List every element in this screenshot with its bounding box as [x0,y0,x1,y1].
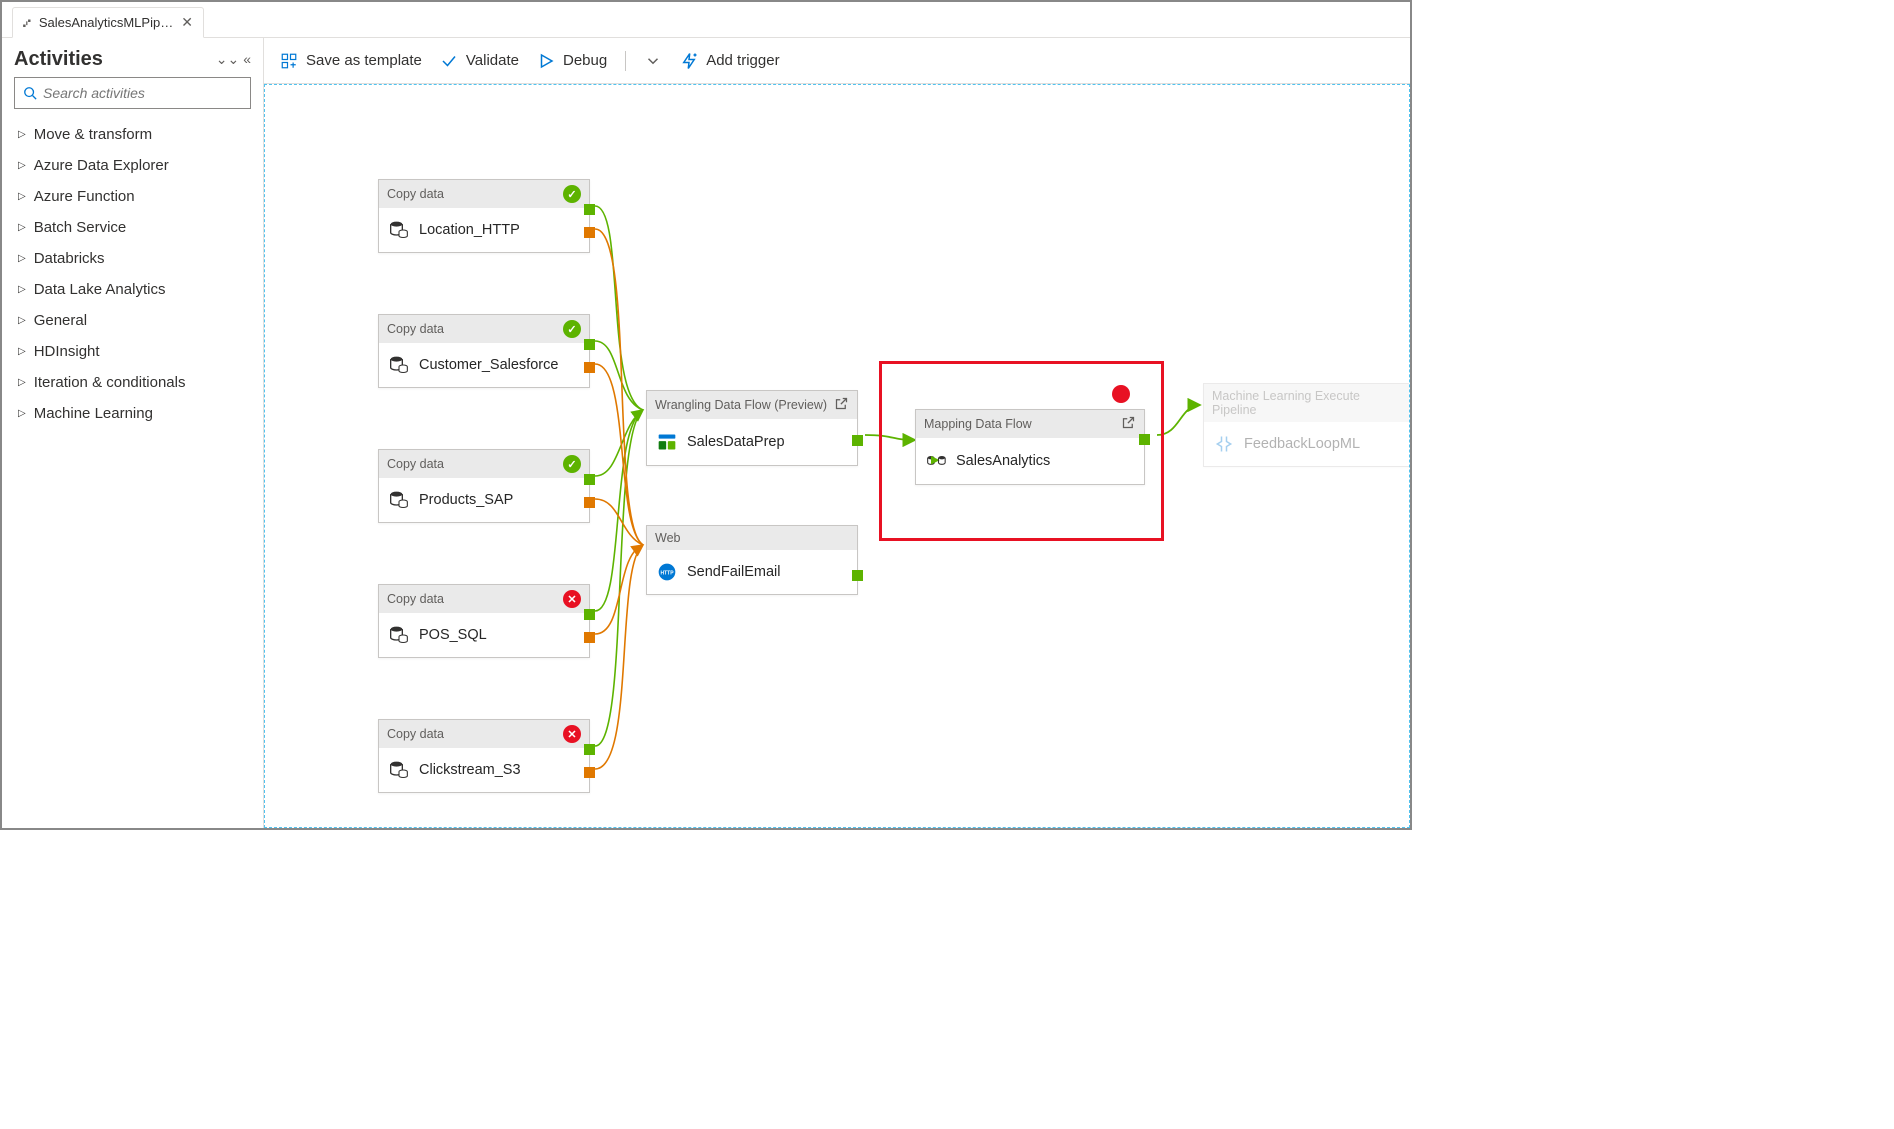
lightning-icon [680,52,698,70]
success-port[interactable] [584,474,595,485]
search-input[interactable] [14,77,251,109]
pipeline-canvas[interactable]: Copy data✓ Location_HTTP Copy data✓ Cust… [264,84,1410,828]
fail-port[interactable] [584,497,595,508]
activity-copy-location[interactable]: Copy data✓ Location_HTTP [378,179,590,253]
status-success-icon: ✓ [563,320,581,338]
debug-dropdown[interactable] [644,52,662,70]
save-as-template-button[interactable]: Save as template [280,52,422,70]
sidebar-item-databricks[interactable]: ▷Databricks [14,243,251,274]
validate-button[interactable]: Validate [440,52,519,70]
status-error-icon: ✕ [563,590,581,608]
tab-pipeline[interactable]: ⑇ SalesAnalyticsMLPip… ✕ [12,7,204,38]
caret-right-icon: ▷ [18,377,26,388]
activities-panel: Activities ⌄⌄ « ▷Move & transform▷Azure … [2,38,264,828]
success-port[interactable] [584,744,595,755]
sidebar-item-azure-data-explorer[interactable]: ▷Azure Data Explorer [14,150,251,181]
caret-right-icon: ▷ [18,191,26,202]
status-success-icon: ✓ [563,185,581,203]
success-port[interactable] [584,204,595,215]
sidebar-item-general[interactable]: ▷General [14,305,251,336]
success-port[interactable] [852,570,863,581]
open-external-icon[interactable] [834,396,849,414]
activity-web-sendfailemail[interactable]: Web HTTPSendFailEmail [646,525,858,595]
database-icon [389,625,409,645]
caret-right-icon: ▷ [18,160,26,171]
caret-right-icon: ▷ [18,315,26,326]
caret-right-icon: ▷ [18,346,26,357]
svg-text:HTTP: HTTP [660,571,674,577]
caret-right-icon: ▷ [18,129,26,140]
database-icon [389,220,409,240]
add-trigger-button[interactable]: Add trigger [680,52,779,70]
tab-bar: ⑇ SalesAnalyticsMLPip… ✕ [2,2,1410,38]
close-icon[interactable]: ✕ [181,14,193,31]
fail-port[interactable] [584,227,595,238]
sidebar-item-hdinsight[interactable]: ▷HDInsight [14,336,251,367]
database-icon [389,760,409,780]
sidebar-item-azure-function[interactable]: ▷Azure Function [14,181,251,212]
activity-copy-customer[interactable]: Copy data✓ Customer_Salesforce [378,314,590,388]
collapse-all-icon[interactable]: ⌄⌄ [216,51,239,68]
activity-copy-pos[interactable]: Copy data✕ POS_SQL [378,584,590,658]
search-field[interactable] [43,85,242,101]
template-icon [280,52,298,70]
check-icon [440,52,458,70]
play-icon [537,52,555,70]
success-port[interactable] [584,339,595,350]
caret-right-icon: ▷ [18,408,26,419]
sidebar-item-iteration-conditionals[interactable]: ▷Iteration & conditionals [14,367,251,398]
fail-port[interactable] [584,767,595,778]
pipeline-toolbar: Save as template Validate Debug Add trig… [264,38,1410,84]
dataflow-icon [657,431,677,453]
activity-wrangling-salesdataprep[interactable]: Wrangling Data Flow (Preview) SalesDataP… [646,390,858,466]
activity-copy-products[interactable]: Copy data✓ Products_SAP [378,449,590,523]
search-icon [23,86,37,100]
ml-icon [1214,434,1234,454]
success-port[interactable] [852,435,863,446]
database-icon [389,490,409,510]
breakpoint-icon[interactable] [1112,385,1130,403]
fail-port[interactable] [584,362,595,373]
chevron-down-icon [644,52,662,70]
sidebar-item-move-transform[interactable]: ▷Move & transform [14,119,251,150]
sidebar-title: Activities [14,48,216,71]
success-port[interactable] [1409,408,1410,419]
sidebar-item-machine-learning[interactable]: ▷Machine Learning [14,398,251,429]
sidebar-item-batch-service[interactable]: ▷Batch Service [14,212,251,243]
pipeline-icon: ⑇ [23,15,31,30]
database-icon [389,355,409,375]
caret-right-icon: ▷ [18,284,26,295]
sidebar-item-data-lake-analytics[interactable]: ▷Data Lake Analytics [14,274,251,305]
caret-right-icon: ▷ [18,253,26,264]
fail-port[interactable] [584,632,595,643]
caret-right-icon: ▷ [18,222,26,233]
status-success-icon: ✓ [563,455,581,473]
collapse-panel-icon[interactable]: « [243,51,251,68]
activity-ml-feedbackloop[interactable]: Machine Learning Execute Pipeline Feedba… [1203,383,1410,467]
tab-title: SalesAnalyticsMLPip… [39,15,173,30]
debug-button[interactable]: Debug [537,52,607,70]
success-port[interactable] [584,609,595,620]
http-icon: HTTP [657,562,677,582]
status-error-icon: ✕ [563,725,581,743]
activity-copy-clickstream[interactable]: Copy data✕ Clickstream_S3 [378,719,590,793]
